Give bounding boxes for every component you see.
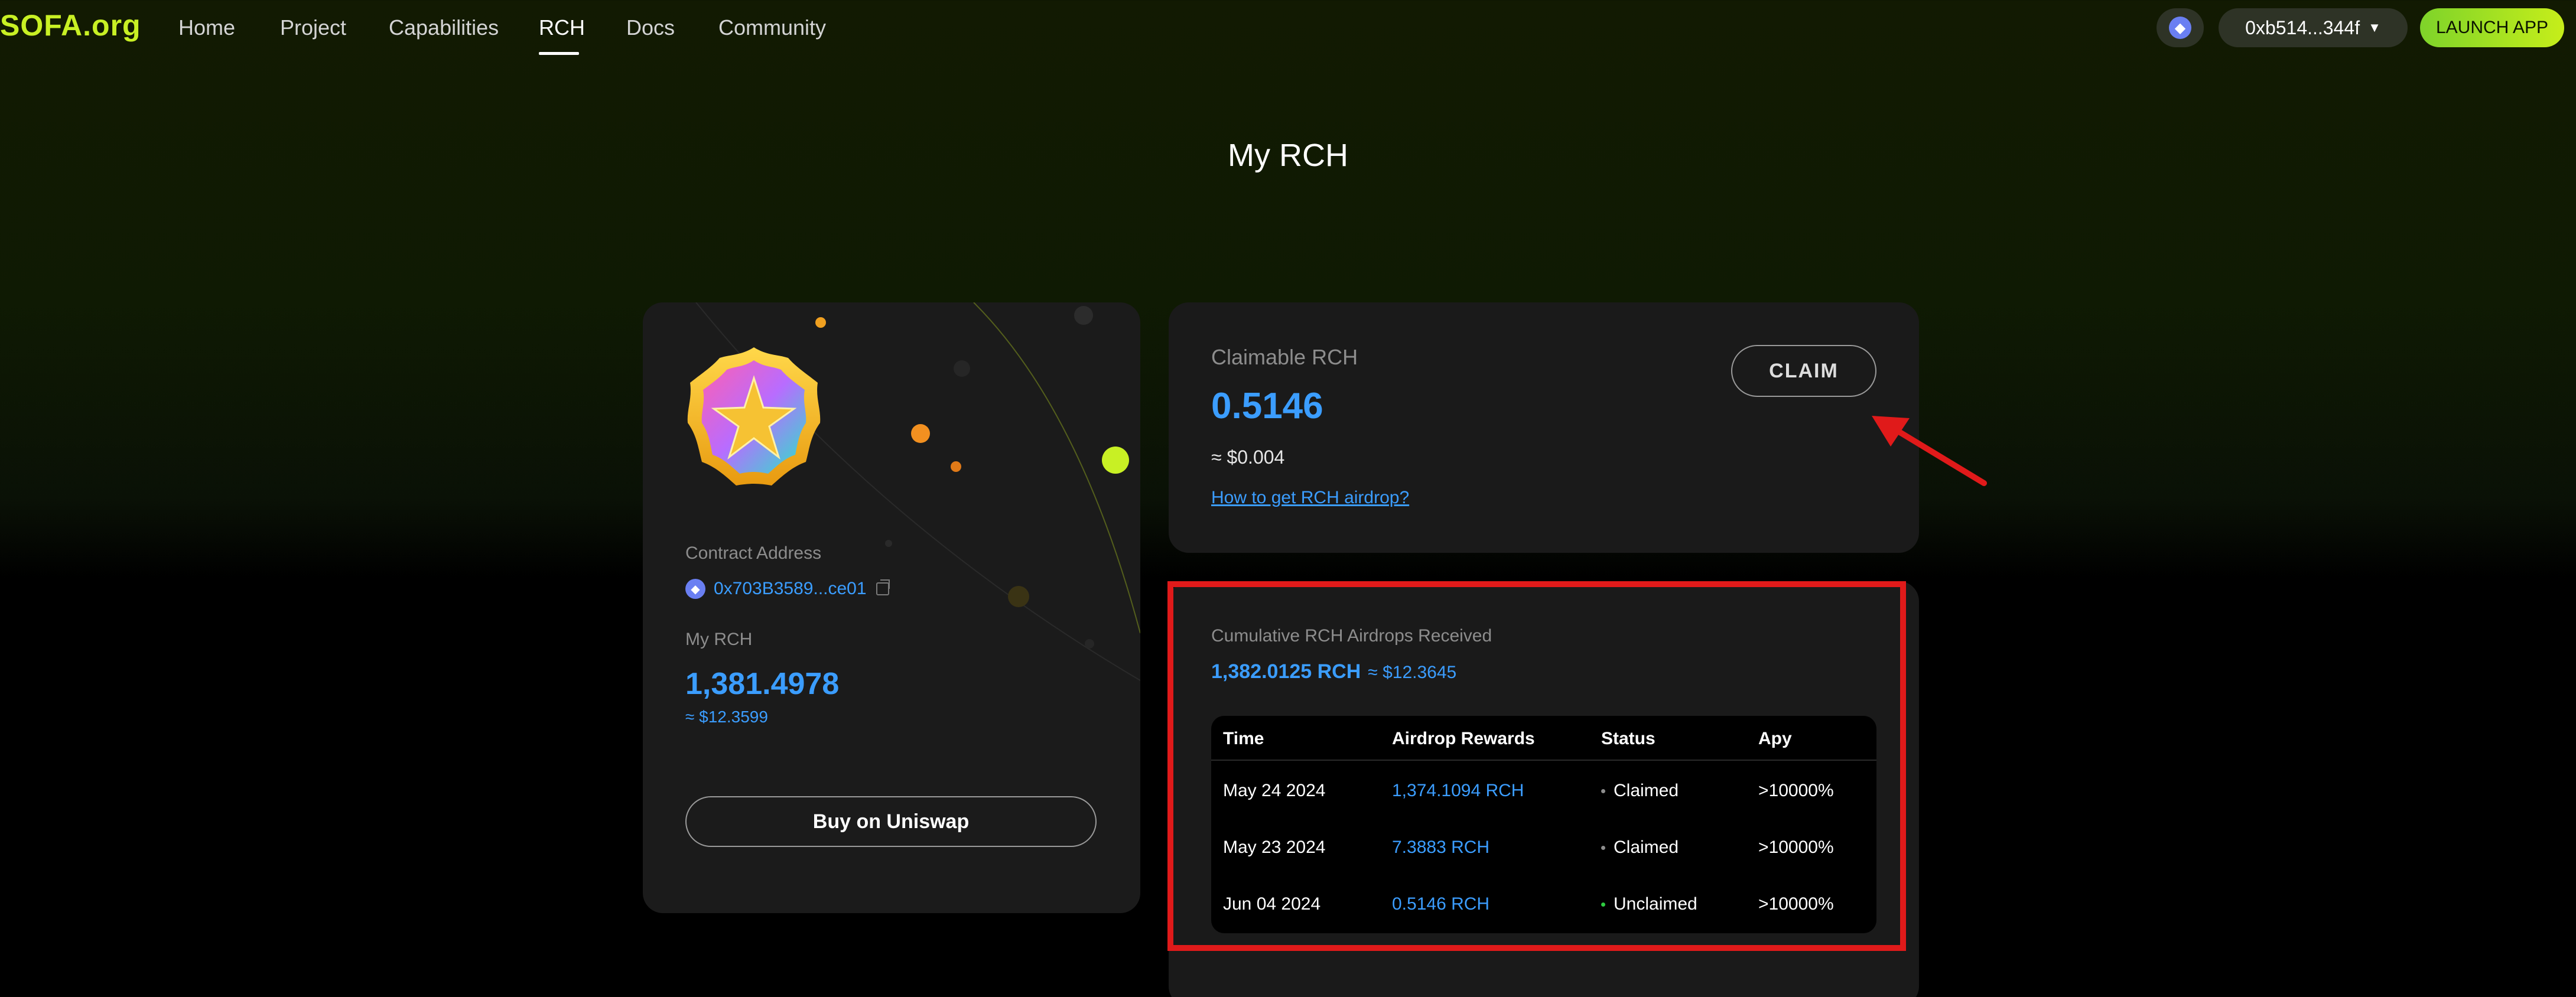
contract-address-label: Contract Address <box>685 543 822 563</box>
status-text: Claimed <box>1614 781 1679 800</box>
top-nav: SOFA.org Home Project Capabilities RCH D… <box>0 0 2576 59</box>
claimable-rch-label: Claimable RCH <box>1211 345 1358 369</box>
copy-icon[interactable] <box>876 579 890 595</box>
contract-address-row: ◆ 0x703B3589...ce01 <box>685 579 890 599</box>
chevron-down-icon: ▼ <box>2368 20 2381 35</box>
row-reward: 0.5146 RCH <box>1392 894 1490 914</box>
airdrop-table: Time Airdrop Rewards Status Apy May 24 2… <box>1211 716 1876 933</box>
nav-capabilities[interactable]: Capabilities <box>389 15 499 40</box>
claim-card <box>1169 302 1919 553</box>
annotation-arrow-icon <box>1872 416 1987 486</box>
claimable-rch-value: 0.5146 <box>1211 386 1323 426</box>
cumulative-value: 1,382.0125 RCH <box>1211 660 1361 683</box>
nav-active-indicator <box>539 52 579 55</box>
claimable-rch-usd: ≈ $0.004 <box>1211 447 1285 468</box>
row-reward: 7.3883 RCH <box>1392 838 1490 857</box>
nav-rch[interactable]: RCH <box>539 15 585 40</box>
contract-address-link[interactable]: 0x703B3589...ce01 <box>714 579 867 599</box>
column-header-time: Time <box>1223 729 1264 748</box>
rch-badge-icon <box>687 347 821 486</box>
column-header-status: Status <box>1601 729 1655 748</box>
nav-community[interactable]: Community <box>718 15 826 40</box>
launch-app-button[interactable]: LAUNCH APP <box>2420 8 2564 47</box>
status-text: Unclaimed <box>1614 894 1697 914</box>
cumulative-usd: ≈ $12.3645 <box>1368 663 1457 682</box>
page-title: My RCH <box>1228 138 1348 173</box>
cumulative-total: 1,382.0125 RCH ≈ $12.3645 <box>1211 660 1456 683</box>
row-status: Claimed <box>1601 781 1679 801</box>
ethereum-icon: ◆ <box>2169 17 2191 39</box>
row-time: Jun 04 2024 <box>1223 894 1321 914</box>
row-status: Claimed <box>1601 838 1679 858</box>
row-time: May 24 2024 <box>1223 781 1326 800</box>
ethereum-icon: ◆ <box>685 579 705 599</box>
column-header-rewards: Airdrop Rewards <box>1392 729 1535 748</box>
column-header-apy: Apy <box>1758 729 1792 748</box>
my-rch-value: 1,381.4978 <box>685 667 840 701</box>
sofa-logo[interactable]: SOFA.org <box>0 8 141 43</box>
status-dot-icon <box>1601 789 1605 793</box>
airdrop-help-link[interactable]: How to get RCH airdrop? <box>1211 488 1409 508</box>
row-time: May 23 2024 <box>1223 838 1326 857</box>
network-selector[interactable]: ◆ <box>2157 8 2204 47</box>
claim-button[interactable]: CLAIM <box>1731 345 1876 397</box>
nav-project[interactable]: Project <box>280 15 346 40</box>
row-reward: 1,374.1094 RCH <box>1392 781 1524 800</box>
row-status: Unclaimed <box>1601 894 1697 914</box>
status-dot-icon <box>1601 902 1605 907</box>
row-apy: >10000% <box>1758 781 1834 800</box>
wallet-address: 0xb514...344f <box>2245 17 2360 38</box>
status-text: Claimed <box>1614 838 1679 857</box>
my-rch-label: My RCH <box>685 630 753 649</box>
nav-home[interactable]: Home <box>178 15 235 40</box>
wallet-button[interactable]: 0xb514...344f ▼ <box>2219 8 2408 47</box>
row-apy: >10000% <box>1758 838 1834 857</box>
status-dot-icon <box>1601 845 1605 850</box>
my-rch-usd: ≈ $12.3599 <box>685 708 768 726</box>
row-apy: >10000% <box>1758 894 1834 914</box>
cumulative-label: Cumulative RCH Airdrops Received <box>1211 626 1492 646</box>
nav-docs[interactable]: Docs <box>626 15 675 40</box>
buy-on-uniswap-button[interactable]: Buy on Uniswap <box>685 796 1097 847</box>
table-header-divider <box>1211 760 1876 761</box>
